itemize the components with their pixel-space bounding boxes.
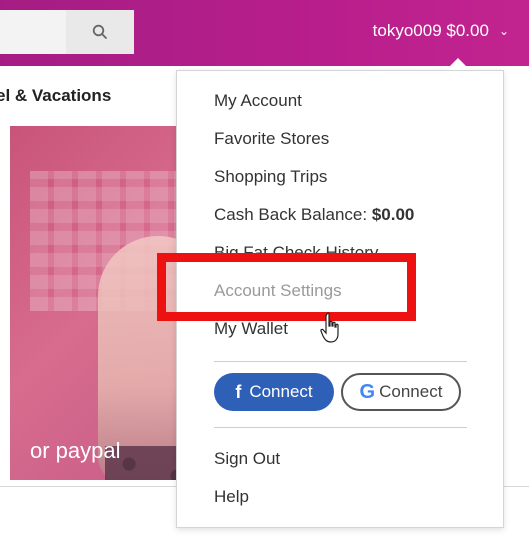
hero-text: or paypal bbox=[30, 438, 121, 463]
highlight-box bbox=[157, 253, 416, 321]
menu-item-my-wallet[interactable]: My Wallet bbox=[214, 319, 288, 339]
search-button[interactable] bbox=[66, 10, 134, 54]
google-icon: G bbox=[359, 380, 376, 403]
google-connect-button[interactable]: G Connect bbox=[341, 373, 461, 411]
menu-item-shopping-trips[interactable]: Shopping Trips bbox=[214, 167, 327, 187]
cash-back-value: $0.00 bbox=[371, 205, 415, 224]
dropdown-caret bbox=[446, 58, 470, 70]
menu-item-my-account[interactable]: My Account bbox=[214, 91, 302, 111]
cash-back-label: Cash Back Balance: bbox=[214, 205, 372, 224]
google-connect-label: Connect bbox=[379, 382, 443, 401]
menu-item-favorite-stores[interactable]: Favorite Stores bbox=[214, 129, 329, 149]
account-menu-toggle[interactable]: tokyo009 $0.00 ⌄ bbox=[373, 16, 509, 46]
hand-cursor-icon bbox=[320, 312, 339, 343]
account-label: tokyo009 $0.00 bbox=[372, 21, 489, 40]
nav-item-travel[interactable]: el & Vacations bbox=[0, 86, 111, 106]
chevron-down-icon: ⌄ bbox=[498, 24, 509, 38]
menu-divider bbox=[214, 361, 467, 362]
search-input[interactable] bbox=[0, 10, 66, 54]
facebook-connect-label: Connect bbox=[249, 382, 313, 401]
menu-item-help[interactable]: Help bbox=[214, 487, 249, 507]
facebook-icon: f bbox=[235, 381, 242, 402]
search-icon bbox=[92, 24, 107, 39]
menu-item-sign-out[interactable]: Sign Out bbox=[214, 449, 280, 469]
menu-divider bbox=[214, 427, 467, 428]
menu-item-cash-back-balance[interactable]: Cash Back Balance: $0.00 bbox=[214, 205, 414, 225]
facebook-connect-button[interactable]: f Connect bbox=[214, 373, 334, 411]
